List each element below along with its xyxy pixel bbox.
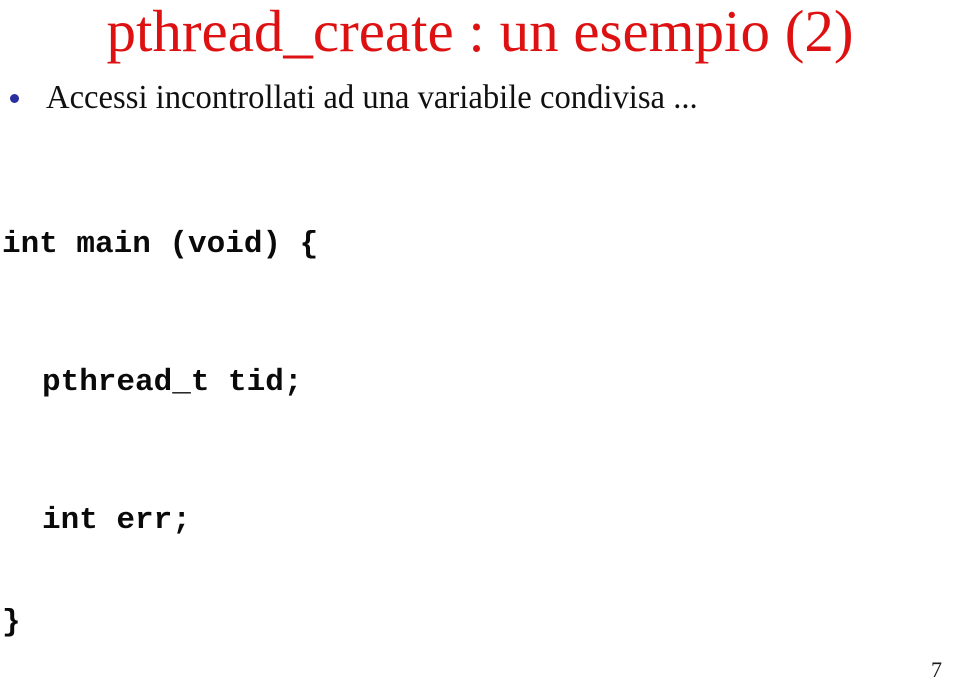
bullet-dot-icon <box>10 94 19 103</box>
page-title: pthread_create : un esempio (2) <box>106 0 854 64</box>
code-text: int main (void) { <box>2 227 319 262</box>
code-closing-brace: } <box>2 605 21 640</box>
slide-canvas: pthread_create : un esempio (2) Accessi … <box>0 0 960 689</box>
code-listing: int main (void) { pthread_t tid; int err… <box>0 130 960 689</box>
page-number: 7 <box>931 657 942 682</box>
code-line: int err; <box>0 498 960 544</box>
code-line: pthread_t tid; <box>0 360 960 406</box>
bullet-item: Accessi incontrollati ad una variabile c… <box>0 78 960 124</box>
code-line: int main (void) { <box>0 222 960 268</box>
code-text: pthread_t tid; <box>42 365 303 400</box>
bullet-item-label: Accessi incontrollati ad una variabile c… <box>46 79 698 116</box>
code-text: int err; <box>42 503 191 538</box>
